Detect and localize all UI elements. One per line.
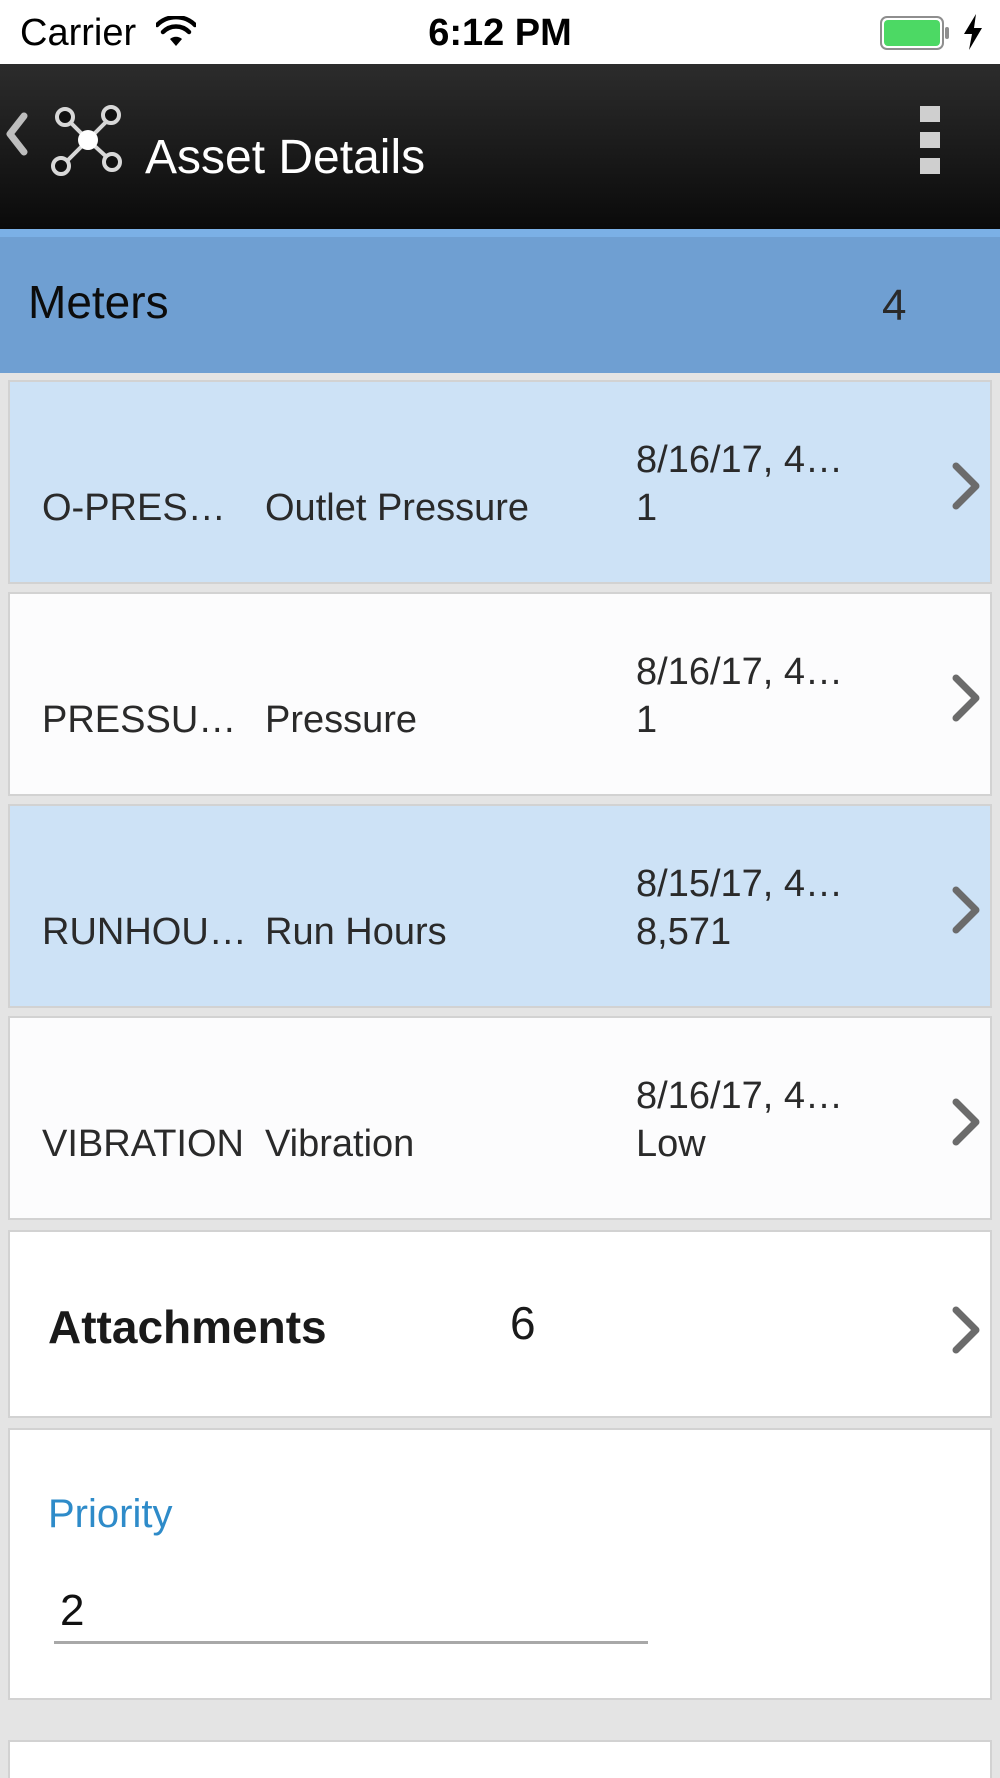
priority-card: Priority (8, 1428, 992, 1700)
chevron-right-icon (952, 886, 980, 934)
meter-value: Low (636, 1123, 706, 1165)
meter-code: PRESSU… (42, 699, 237, 741)
meter-name: Pressure (265, 699, 418, 741)
back-chevron-icon[interactable] (4, 112, 30, 156)
attachments-count: 6 (510, 1297, 536, 1349)
meter-date: 8/16/17, 4… (636, 439, 844, 481)
chevron-right-icon (952, 1098, 980, 1146)
priority-label: Priority (48, 1492, 173, 1536)
meter-row[interactable]: VIBRATION Vibration 8/16/17, 4… Low (8, 1016, 992, 1220)
chevron-right-icon (952, 674, 980, 722)
page-title: Asset Details (145, 131, 426, 184)
chevron-right-icon (952, 1306, 980, 1354)
meters-title: Meters (28, 276, 169, 328)
overflow-menu-icon[interactable] (918, 106, 944, 176)
network-nodes-icon (51, 105, 122, 176)
meters-count: 4 (882, 281, 907, 330)
chevron-right-icon (952, 462, 980, 510)
charging-bolt-icon (964, 14, 982, 50)
meters-section-header[interactable]: Meters 4 (0, 237, 1000, 373)
meter-code: O-PRES… (42, 487, 226, 529)
meter-value: 8,571 (636, 911, 732, 953)
meter-code: VIBRATION (42, 1123, 244, 1165)
meter-date: 8/16/17, 4… (636, 651, 844, 693)
meter-name: Run Hours (265, 911, 447, 953)
meter-code: RUNHOU… (42, 911, 247, 953)
status-time: 6:12 PM (428, 12, 572, 54)
meter-name: Outlet Pressure (265, 487, 529, 529)
attachments-row[interactable]: Attachments 6 (8, 1230, 992, 1418)
meter-date: 8/16/17, 4… (636, 1075, 844, 1117)
meter-value: 1 (636, 699, 658, 741)
status-bar: Carrier 6:12 PM (0, 0, 1000, 64)
meter-row[interactable]: RUNHOU… Run Hours 8/15/17, 4… 8,571 (8, 804, 992, 1008)
navbar-accent-line (0, 229, 1000, 237)
meter-name: Vibration (265, 1123, 415, 1165)
battery-icon (880, 16, 949, 50)
attachments-label: Attachments (48, 1301, 327, 1353)
meter-date: 8/15/17, 4… (636, 863, 844, 905)
meter-row[interactable]: PRESSU… Pressure 8/16/17, 4… 1 (8, 592, 992, 796)
meter-row[interactable]: O-PRES… Outlet Pressure 8/16/17, 4… 1 (8, 380, 992, 584)
meter-value: 1 (636, 487, 658, 529)
priority-input[interactable] (54, 1580, 648, 1644)
next-card (8, 1740, 992, 1778)
